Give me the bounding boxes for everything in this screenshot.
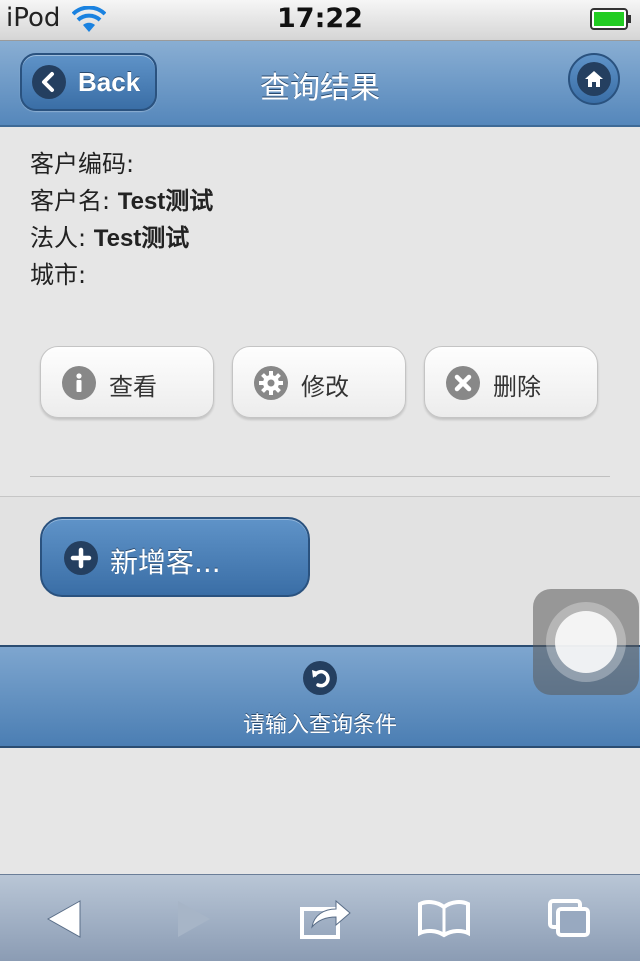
page-title: 查询结果 [260,71,380,106]
legal-person-row: 法人: Test测试 [30,220,213,257]
customer-details: 客户编码: 客户名: Test测试 法人: Test测试 城市: [30,146,213,294]
share-icon[interactable] [296,895,356,941]
customer-code-label: 客户编码: [30,150,135,178]
customer-code-row: 客户编码: [30,146,213,183]
delete-button-label: 删除 [493,373,541,401]
city-label: 城市: [30,261,87,289]
refresh-icon [303,661,337,695]
info-icon [62,366,96,400]
city-row: 城市: [30,257,213,294]
customer-name-value: Test测试 [117,188,214,215]
add-customer-button[interactable]: 新增客... [40,517,310,597]
legal-person-value: Test测试 [93,225,190,252]
browser-toolbar [0,874,640,961]
divider [30,476,610,477]
home-icon [577,62,611,96]
close-icon [446,366,480,400]
forward-arrow-icon[interactable] [164,895,224,941]
edit-button-label: 修改 [301,373,349,401]
add-customer-label: 新增客... [110,546,221,579]
status-bar: iPod 17:22 [0,0,640,41]
delete-button[interactable]: 删除 [424,346,598,418]
gear-icon [254,366,288,400]
back-arrow-icon[interactable] [44,895,104,941]
legal-person-label: 法人: [30,224,87,252]
assistive-touch-center [555,611,617,673]
query-bar-label: 请输入查询条件 [242,713,397,738]
customer-name-label: 客户名: [30,187,111,215]
bookmarks-icon[interactable] [414,895,474,941]
view-button[interactable]: 查看 [40,346,214,418]
plus-icon [64,541,98,575]
edit-button[interactable]: 修改 [232,346,406,418]
header-bar: Back 查询结果 [0,41,640,127]
tabs-icon[interactable] [540,895,600,941]
assistive-touch-button[interactable] [533,589,639,695]
clock: 17:22 [277,3,363,34]
customer-name-row: 客户名: Test测试 [30,183,213,220]
view-button-label: 查看 [109,373,157,401]
battery-icon [590,8,632,34]
home-button[interactable] [568,53,620,105]
